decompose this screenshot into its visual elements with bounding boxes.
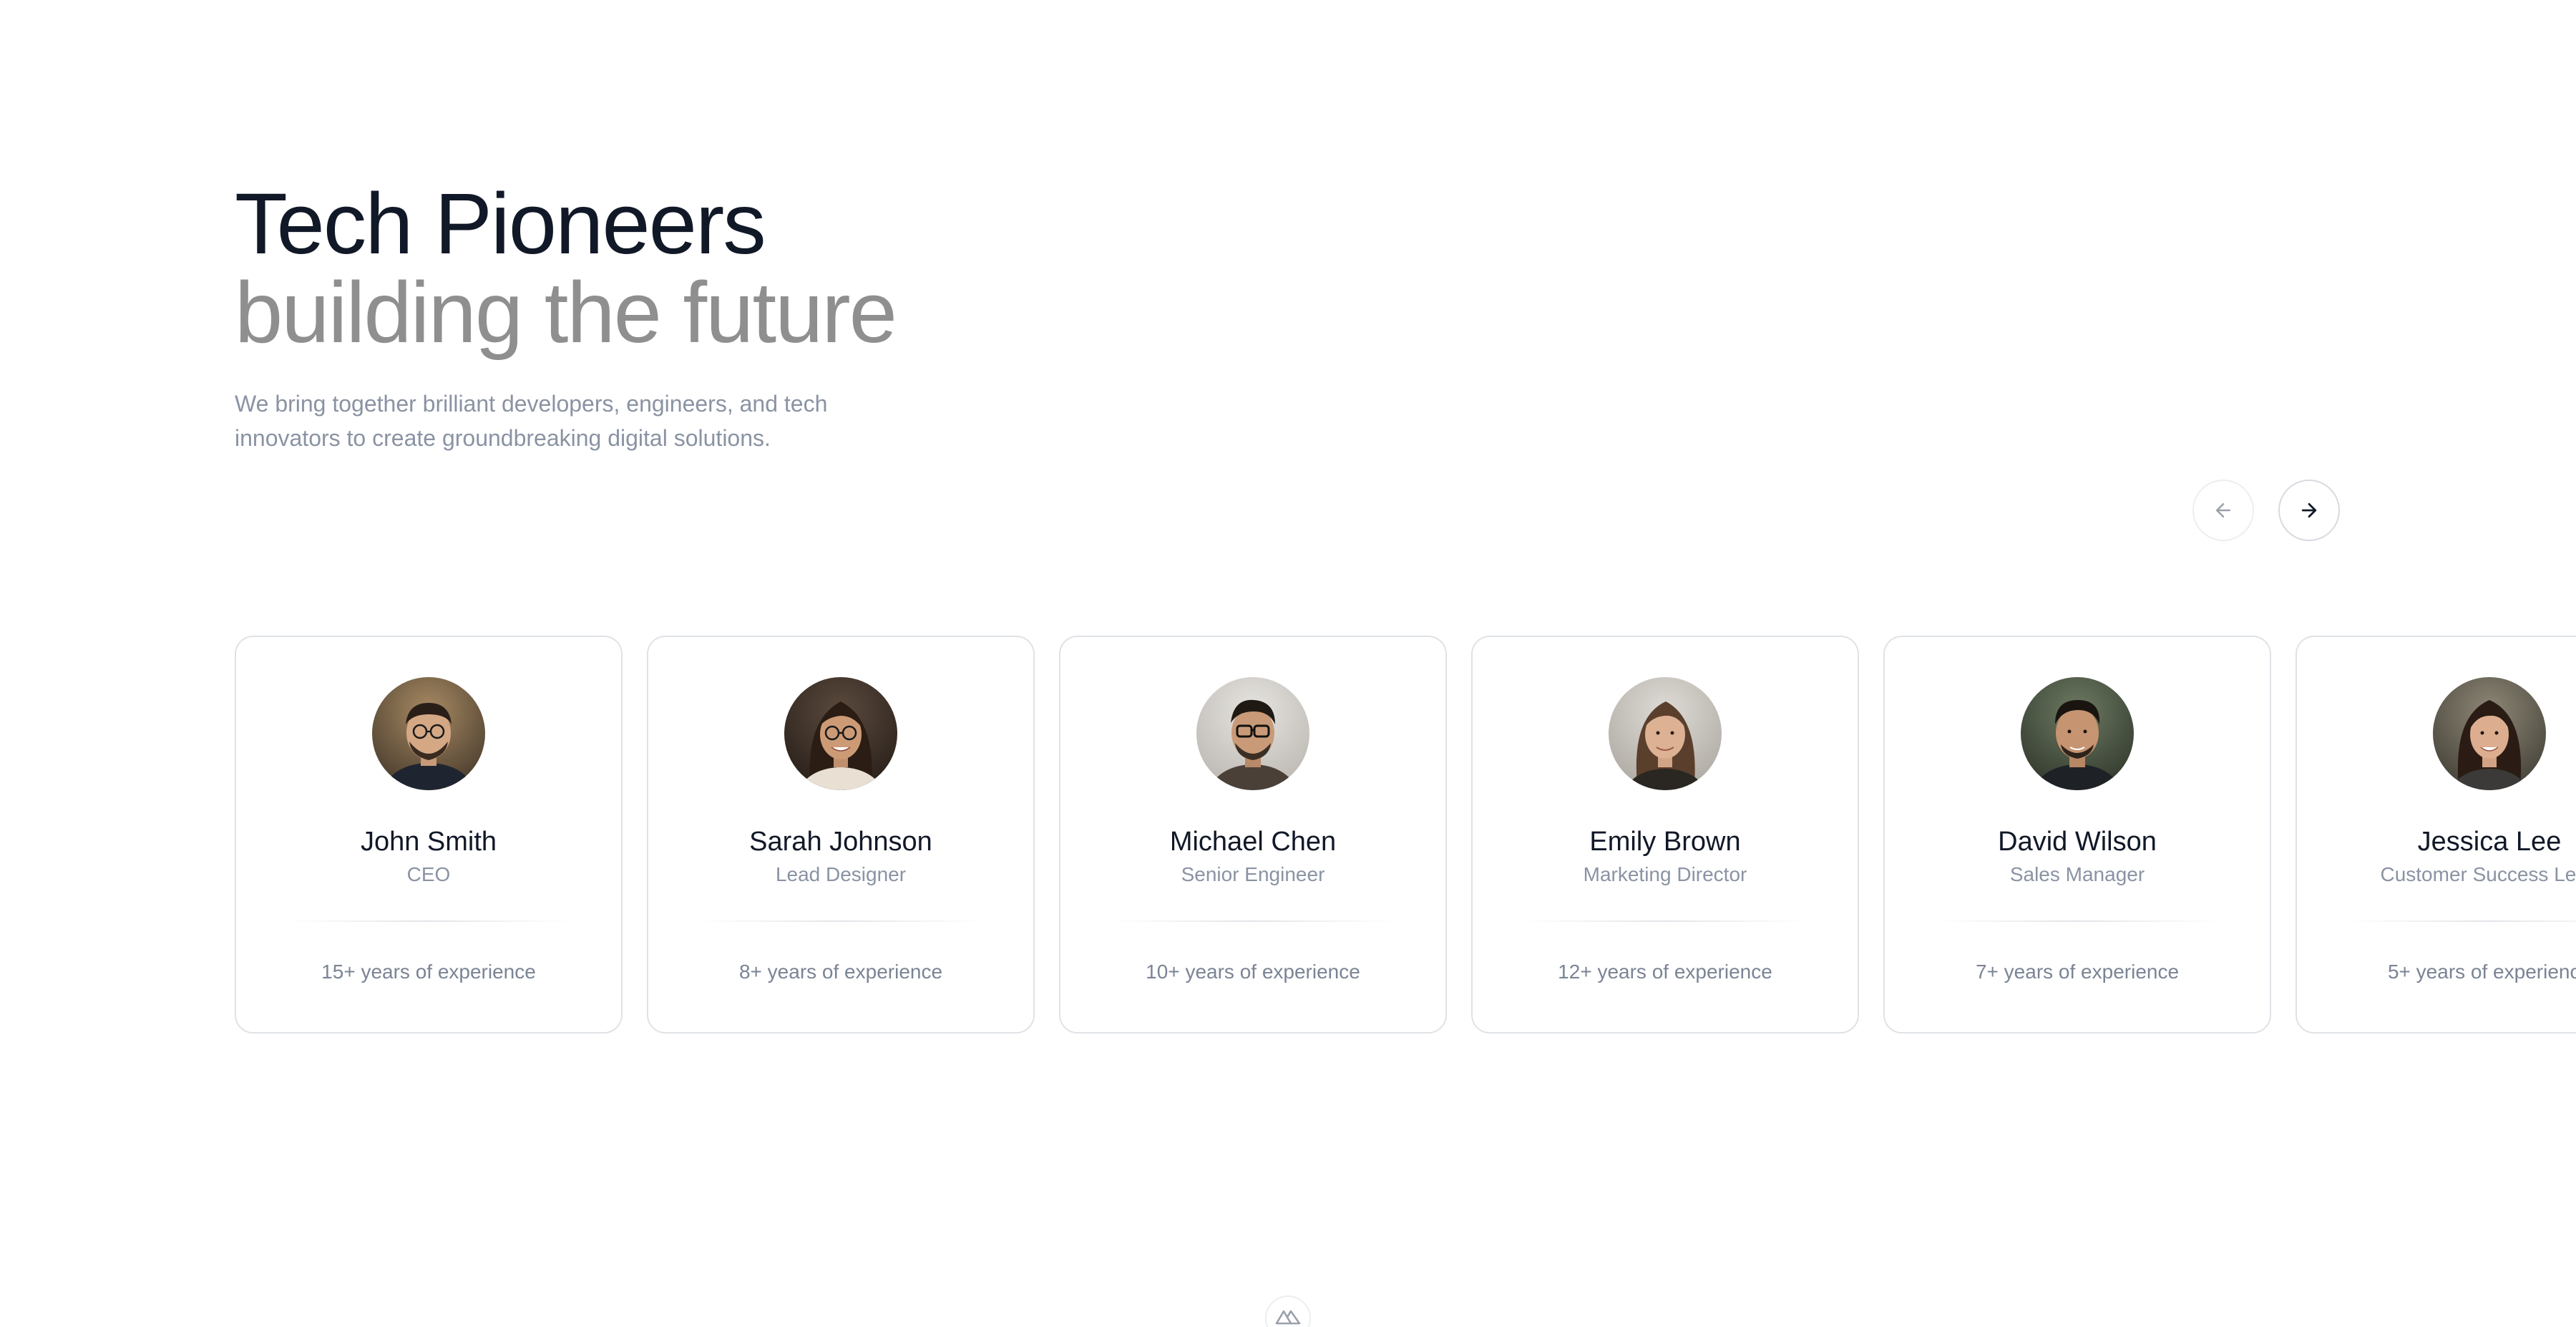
team-member-name: Michael Chen	[1169, 827, 1337, 857]
card-divider	[698, 920, 984, 922]
nuxt-logo-icon	[1275, 1310, 1301, 1325]
team-member-name: Sarah Johnson	[749, 827, 932, 857]
arrow-left-icon	[2216, 503, 2230, 517]
team-member-role: Marketing Director	[1583, 863, 1747, 885]
team-member-experience: 12+ years of experience	[1558, 961, 1772, 983]
avatar	[2021, 677, 2134, 790]
team-member-role: Senior Engineer	[1181, 863, 1325, 885]
avatar	[372, 677, 485, 790]
team-member-name: Jessica Lee	[2417, 827, 2562, 857]
team-member-name: David Wilson	[1998, 827, 2157, 857]
team-card[interactable]: Sarah Johnson Lead Designer 8+ years of …	[647, 636, 1035, 1034]
team-member-name: John Smith	[360, 827, 497, 857]
team-card[interactable]: Michael Chen Senior Engineer 10+ years o…	[1059, 636, 1447, 1034]
team-member-role: Lead Designer	[775, 863, 907, 885]
team-member-experience: 10+ years of experience	[1146, 961, 1360, 983]
team-section: Tech Pioneers building the future We bri…	[0, 0, 2576, 1327]
team-card[interactable]: Jessica Lee Customer Success Lead 5+ yea…	[2296, 636, 2576, 1034]
hero-description-line: We bring together brilliant developers, …	[235, 391, 828, 417]
team-member-experience: 8+ years of experience	[738, 961, 943, 983]
team-member-name: Emily Brown	[1589, 827, 1741, 857]
avatar	[1196, 677, 1309, 790]
team-member-experience: 7+ years of experience	[1975, 961, 2180, 983]
team-card[interactable]: Emily Brown Marketing Director 12+ years…	[1471, 636, 1859, 1034]
team-member-role: Sales Manager	[2009, 863, 2145, 885]
avatar	[2433, 677, 2546, 790]
team-card[interactable]: David Wilson Sales Manager 7+ years of e…	[1883, 636, 2271, 1034]
page-subtitle: building the future	[235, 263, 897, 361]
team-member-role: CEO	[406, 863, 451, 885]
card-divider	[1934, 920, 2220, 922]
hero-description: We bring together brilliant developers, …	[235, 387, 936, 455]
team-carousel: John Smith CEO 15+ years of experience S…	[235, 636, 2576, 1034]
card-divider	[1110, 920, 1396, 922]
avatar	[784, 677, 897, 790]
arrow-right-icon	[2301, 502, 2317, 518]
card-divider	[286, 920, 572, 922]
carousel-prev-button[interactable]	[2192, 480, 2254, 541]
hero: Tech Pioneers building the future We bri…	[235, 179, 936, 455]
team-card[interactable]: John Smith CEO 15+ years of experience	[235, 636, 623, 1034]
page-title: Tech Pioneers	[235, 175, 766, 272]
nuxt-badge[interactable]	[1265, 1296, 1311, 1327]
avatar	[1609, 677, 1722, 790]
carousel-next-button[interactable]	[2278, 480, 2340, 541]
team-member-role: Customer Success Lead	[2380, 863, 2576, 885]
hero-description-line: innovators to create groundbreaking digi…	[235, 425, 771, 451]
card-divider	[2346, 920, 2576, 922]
card-divider	[1522, 920, 1808, 922]
team-member-experience: 15+ years of experience	[321, 961, 536, 983]
team-member-experience: 5+ years of experience	[2387, 961, 2576, 983]
